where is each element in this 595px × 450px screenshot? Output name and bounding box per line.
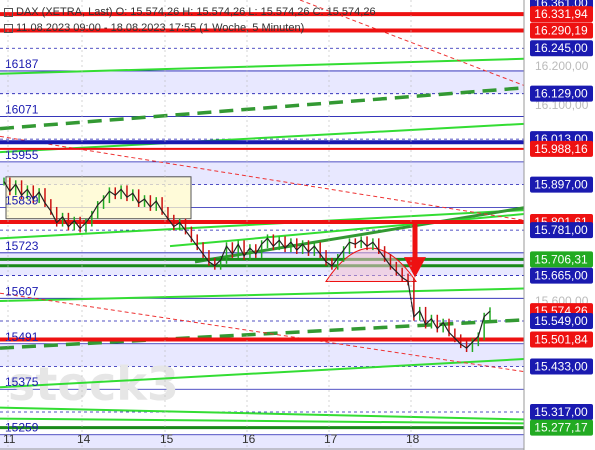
price-tag-label: 15.317,00 xyxy=(534,405,588,419)
price-tag-label: 15.706,31 xyxy=(534,252,588,266)
price-tag-label: 15.665,00 xyxy=(534,269,588,283)
x-tick-label: 14 xyxy=(77,432,91,446)
left-level-label: 15375 xyxy=(5,375,39,389)
chart-canvas: stock3 161871607115955158391572315607154… xyxy=(0,0,593,450)
level-band xyxy=(0,70,524,94)
support-trendline xyxy=(0,122,525,154)
left-level-label: 16187 xyxy=(5,57,39,71)
left-level-label: 15723 xyxy=(5,239,39,253)
left-level-label: 15491 xyxy=(5,330,39,344)
chart-icon xyxy=(4,7,13,17)
clock-icon xyxy=(4,23,13,33)
support-trendline xyxy=(0,287,525,303)
support-trendline xyxy=(0,406,525,421)
price-tag-label: 15.988,16 xyxy=(534,142,588,156)
price-tag-label: 15.277,17 xyxy=(534,421,588,435)
instrument-text: DAX (XETRA, Last) O: 15.574,26 H: 15.574… xyxy=(16,6,376,18)
price-tag-label: 15.781,00 xyxy=(534,223,588,237)
price-tag-label: 15.433,00 xyxy=(534,360,588,374)
instrument-info: DAX (XETRA, Last) O: 15.574,26 H: 15.574… xyxy=(4,6,376,18)
x-tick-label: 17 xyxy=(324,432,338,446)
price-tag-label: 16.290,19 xyxy=(534,24,588,38)
price-tag-label: 15.501,84 xyxy=(534,333,588,347)
x-tick-label: 15 xyxy=(160,432,174,446)
left-level-label: 16071 xyxy=(5,102,39,116)
y-tick-label: 16.200,00 xyxy=(535,59,589,73)
right-price-axis: 16.200,0016.100,0015.600,0015.300,0016.3… xyxy=(523,0,593,450)
price-tag-label: 15.549,00 xyxy=(534,314,588,328)
price-tag-label: 16.129,00 xyxy=(534,87,588,101)
support-trendline xyxy=(0,417,525,425)
x-tick-label: 18 xyxy=(406,432,420,446)
x-tick-label: 16 xyxy=(242,432,256,446)
price-tag-label: 15.897,00 xyxy=(534,178,588,192)
left-level-label: 15607 xyxy=(5,284,39,298)
left-level-label: 15955 xyxy=(5,148,39,162)
left-level-label: 15839 xyxy=(5,193,39,207)
price-tag-label: 16.331,94 xyxy=(534,7,588,21)
range-info: 11.08.2023 09:00 - 18.08.2023 17:55 (1 W… xyxy=(4,22,304,34)
range-text: 11.08.2023 09:00 - 18.08.2023 17:55 (1 W… xyxy=(16,22,305,34)
x-tick-label: 11 xyxy=(3,432,16,446)
price-tag-label: 16.245,00 xyxy=(534,41,588,55)
left-level-labels: 16187 16071 15955 15839 15723 15607 15491 15375… xyxy=(5,57,39,435)
